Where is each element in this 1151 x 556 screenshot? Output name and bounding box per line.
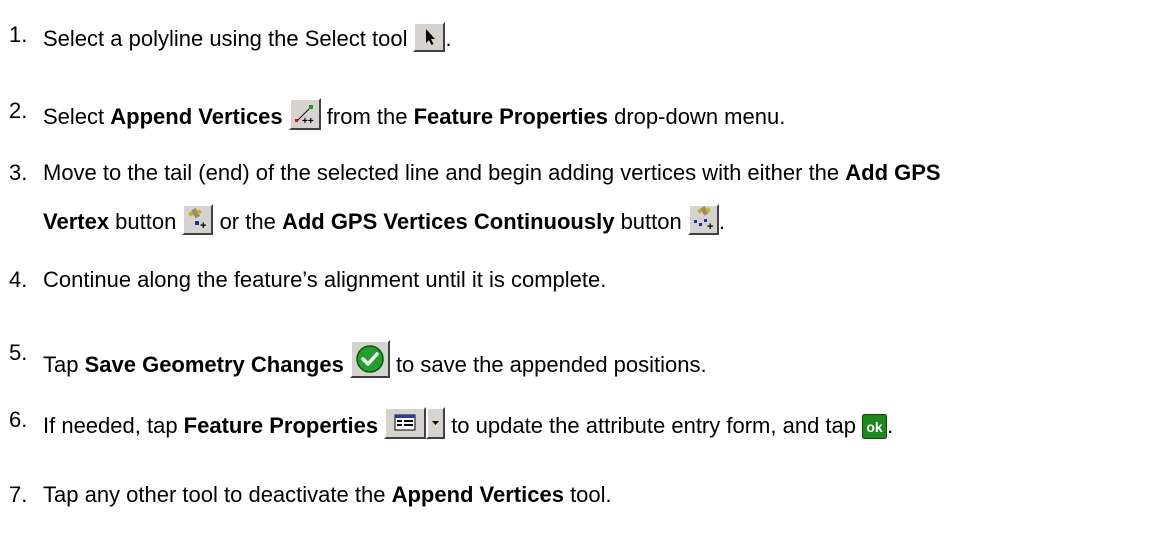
bold-term: Feature Properties <box>413 104 608 129</box>
svg-text:++: ++ <box>302 116 314 127</box>
step-number: 7. <box>9 482 28 507</box>
add-gps-vertices-continuously-icon: + <box>687 204 719 235</box>
bold-term: Feature Properties <box>183 413 379 438</box>
step-text-part: If needed, tap <box>43 413 184 438</box>
bold-term: Vertex <box>43 209 110 234</box>
step-text-part: Select <box>43 104 111 129</box>
step-text-part: to update the attribute entry form, and … <box>445 413 863 438</box>
step-text-part: drop-down menu. <box>607 104 786 129</box>
step-number: 4. <box>9 267 28 292</box>
step-text: If needed, tap Feature Properties to upd… <box>43 407 893 439</box>
bold-term: Add GPS <box>845 160 941 185</box>
step-text: Tap any other tool to deactivate the App… <box>43 482 612 508</box>
step-text-part: . <box>887 413 894 438</box>
svg-text:+: + <box>200 220 206 232</box>
step-number: 2. <box>9 98 28 123</box>
bold-term: Add GPS Vertices Continuously <box>281 209 615 234</box>
step-number: 5. <box>9 340 28 365</box>
step-text-part: . <box>718 209 725 234</box>
select-arrow-icon <box>413 22 446 52</box>
append-vertices-icon: ++ <box>288 98 321 130</box>
step-text-part: from the <box>320 104 414 129</box>
bold-term: Append Vertices <box>391 482 564 507</box>
step-text: Tap Save Geometry Changes to save the ap… <box>43 340 707 378</box>
add-gps-vertex-icon: + <box>182 204 214 235</box>
step-number: 1. <box>9 22 28 47</box>
save-geometry-changes-icon <box>349 340 390 378</box>
step-text: Vertex button + or the Add GPS Vertices … <box>43 204 725 235</box>
step-text: Continue along the feature’s alignment u… <box>43 267 607 292</box>
bold-term: Save Geometry Changes <box>84 352 344 377</box>
ok-icon: ok <box>862 414 888 439</box>
step-text-part: Select a polyline using the Select tool <box>43 26 408 51</box>
ok-icon-label: ok <box>866 419 883 435</box>
step-text-part: Tap any other tool to deactivate the <box>43 482 392 507</box>
step-text-part: Move to the tail (end) of the selected l… <box>43 160 846 185</box>
dropdown-arrow-icon <box>426 407 446 439</box>
step-text-part: or the <box>213 209 282 234</box>
step-number: 3. <box>9 160 28 185</box>
step-text-part: to save the appended positions. <box>389 352 707 377</box>
step-text-part: button <box>109 209 183 234</box>
step-number: 6. <box>9 407 28 432</box>
step-text: Select a polyline using the Select tool. <box>43 22 452 52</box>
feature-properties-dropdown <box>384 407 446 439</box>
step-text: Move to the tail (end) of the selected l… <box>43 160 941 186</box>
bold-term: Append Vertices <box>110 104 283 129</box>
svg-text:+: + <box>707 221 713 233</box>
feature-properties-icon <box>384 407 427 439</box>
step-text-part: button <box>614 209 688 234</box>
step-text-part: Tap <box>43 352 85 377</box>
step-text-part: tool. <box>563 482 612 507</box>
step-text: Select Append Vertices ++ from the Featur… <box>43 98 785 130</box>
step-text-part: . <box>445 26 452 51</box>
